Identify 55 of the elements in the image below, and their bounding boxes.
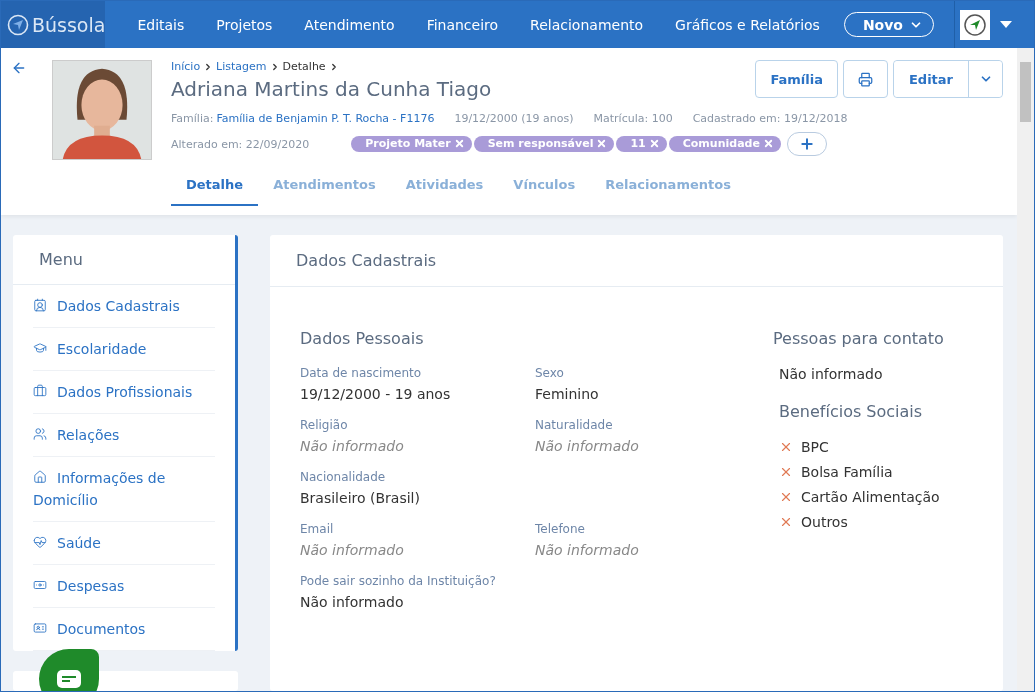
family-label: Família: xyxy=(171,112,214,125)
breadcrumb-link[interactable]: Início xyxy=(171,60,201,73)
family-button[interactable]: Família xyxy=(755,60,838,98)
person-name: Adriana Martins da Cunha Tiago xyxy=(171,77,493,101)
field-label: Religião xyxy=(300,418,349,432)
breadcrumb-link[interactable]: Listagem xyxy=(216,60,267,73)
menu-title: Menu xyxy=(13,235,235,285)
benefit-label: Bolsa Família xyxy=(801,464,893,480)
field-value: Feminino xyxy=(535,386,600,402)
section-title: Dados Pessoais xyxy=(300,329,425,348)
field-label: Telefone xyxy=(535,522,586,536)
field-value: Não informado xyxy=(535,438,640,454)
breadcrumb-current: Detalhe xyxy=(282,60,326,73)
benefit-label: Outros xyxy=(801,514,848,530)
menu-item[interactable]: Escolaridade xyxy=(33,328,215,371)
menu-item[interactable]: Informações de Domicílio xyxy=(33,457,215,522)
birth-date: 19/12/2000 (19 anos) xyxy=(454,112,574,125)
benefit-label: BPC xyxy=(801,439,829,455)
section-title: Benefícios Sociais xyxy=(778,402,924,421)
menu-item[interactable]: Despesas xyxy=(33,565,215,608)
menu-item[interactable]: Saúde xyxy=(33,522,215,565)
nav-item[interactable]: Gráficos e Relatórios xyxy=(659,16,836,33)
field-label: Sexo xyxy=(535,366,565,380)
field-label: Pode sair sozinho da Instituição? xyxy=(300,574,497,588)
registration-number: Matrícula: 100 xyxy=(593,112,673,125)
changed-date: Alterado em: 22/09/2020 xyxy=(171,137,310,151)
field-value: Brasileiro (Brasil) xyxy=(300,490,421,506)
field-label: Nacionalidade xyxy=(300,470,387,484)
menu-item[interactable]: Dados Cadastrais xyxy=(33,285,215,328)
benefit-label: Cartão Alimentação xyxy=(801,489,940,505)
field-value: 19/12/2000 - 19 anos xyxy=(300,386,452,402)
nav-item[interactable]: Editais xyxy=(121,16,201,33)
contacts-value: Não informado xyxy=(778,366,884,382)
nav-item[interactable]: Relacionamento xyxy=(514,16,660,33)
tab[interactable]: Detalhe xyxy=(171,167,259,206)
menu-item[interactable]: Dados Profissionais xyxy=(33,371,215,414)
field-label: Email xyxy=(300,522,335,536)
family-link[interactable]: Família de Benjamin P. T. Rocha - F1176 xyxy=(216,112,435,125)
tag[interactable]: Sem responsável xyxy=(473,136,615,152)
menu-item[interactable]: Relações xyxy=(33,414,215,457)
section-title: Pessoas para contato xyxy=(773,329,945,348)
nav-item[interactable]: Financeiro xyxy=(410,16,515,33)
field-value: Não informado xyxy=(300,594,405,610)
field-label: Data de nascimento xyxy=(300,366,423,380)
field-value: Não informado xyxy=(300,438,405,454)
field-label: Naturalidade xyxy=(535,418,614,432)
nav-item[interactable]: Atendimento xyxy=(288,16,411,33)
tag[interactable]: Comunidade xyxy=(668,136,781,152)
tag[interactable]: Projeto Mater xyxy=(351,136,472,152)
tag[interactable]: 11 xyxy=(616,136,667,152)
nav-item[interactable]: Projetos xyxy=(200,16,289,33)
field-value: Não informado xyxy=(300,542,405,558)
panel-title: Dados Cadastrais xyxy=(270,235,1003,287)
created-date: Cadastrado em: 19/12/2018 xyxy=(692,112,848,125)
field-value: Não informado xyxy=(535,542,640,558)
